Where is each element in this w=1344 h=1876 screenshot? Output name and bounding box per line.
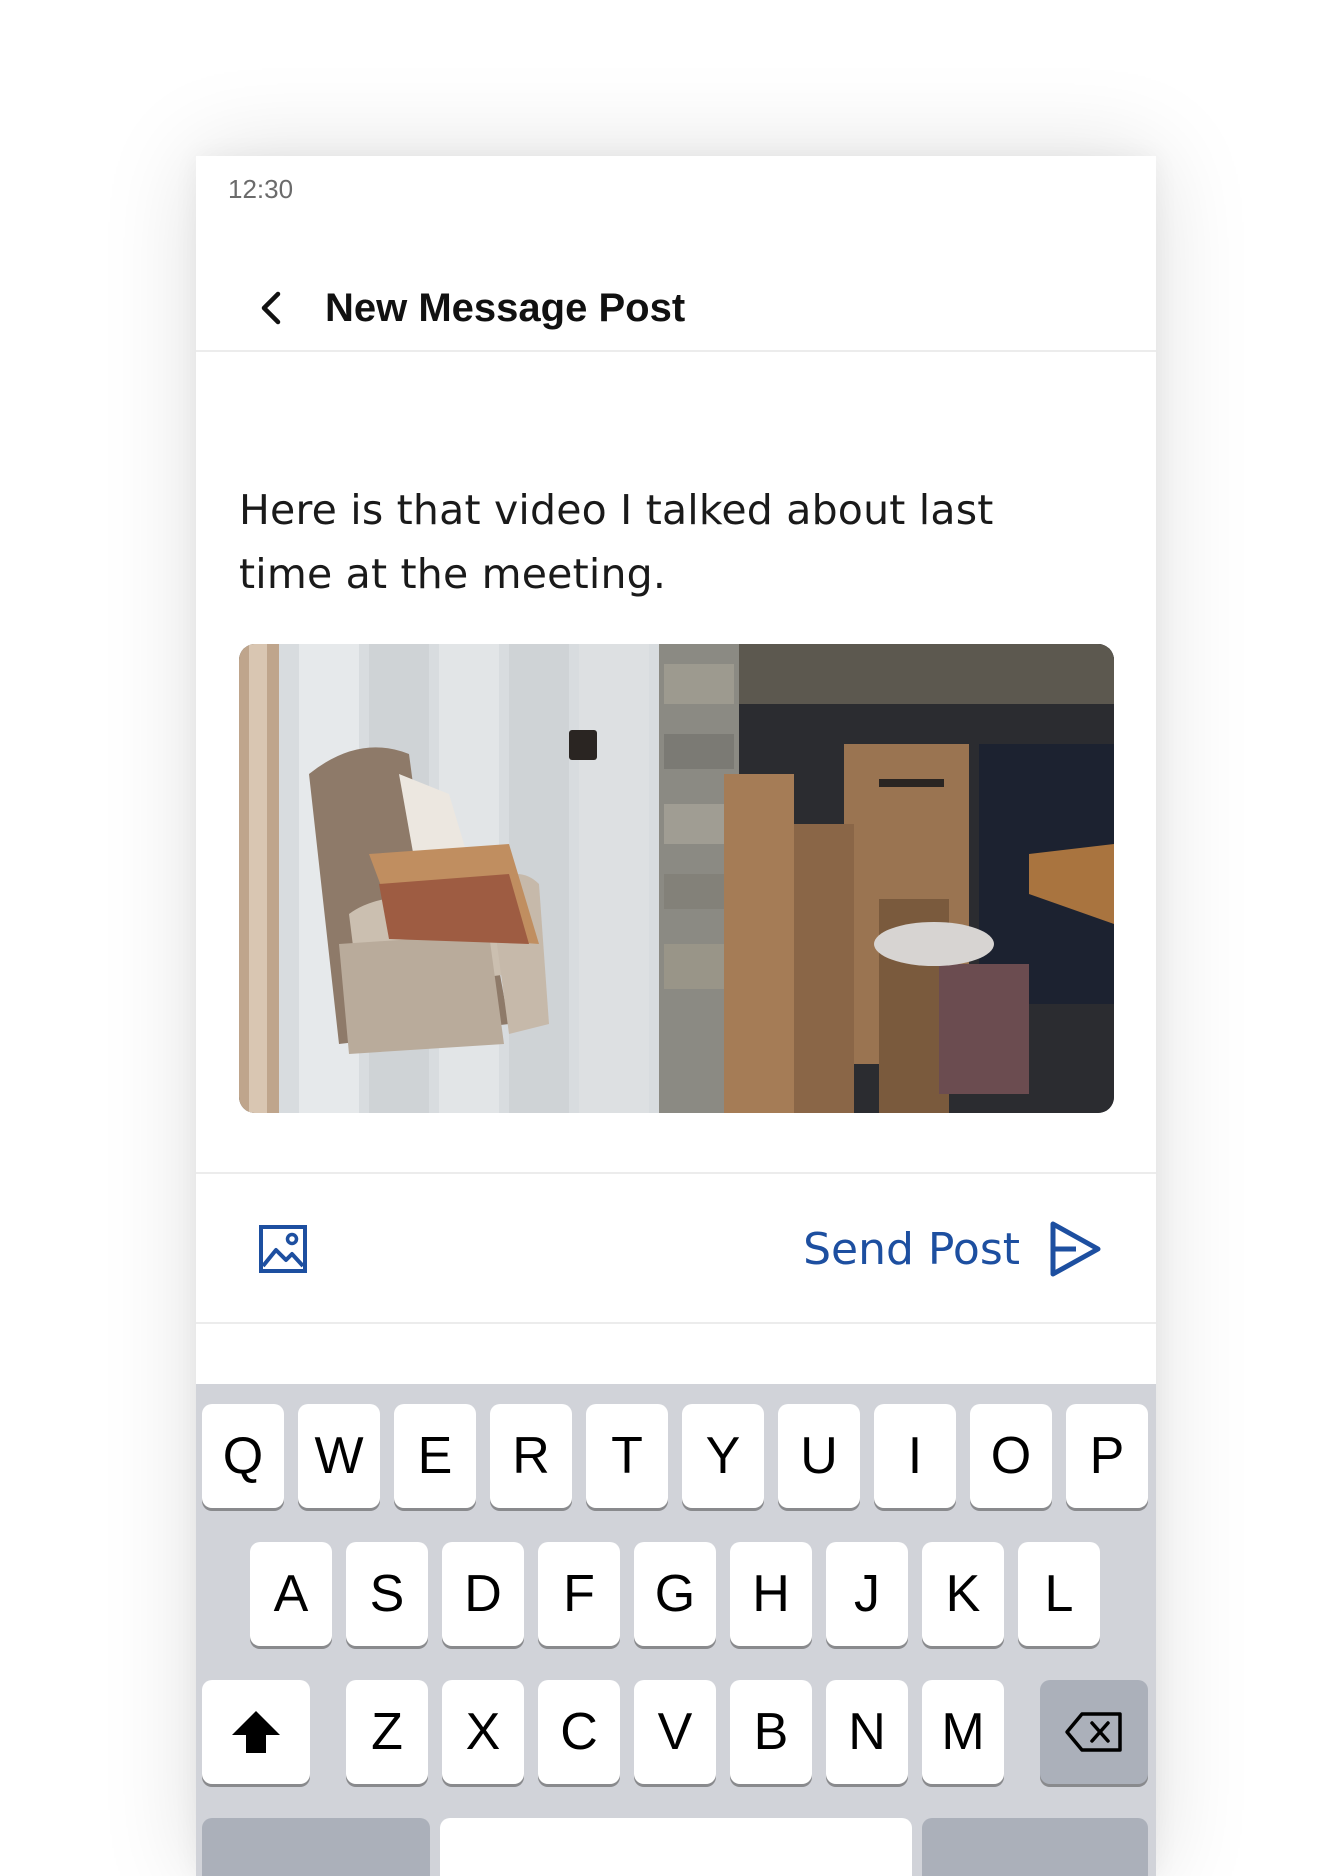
divider (196, 1322, 1156, 1324)
key-t[interactable]: T (586, 1404, 668, 1508)
key-q[interactable]: Q (202, 1404, 284, 1508)
key-v[interactable]: V (634, 1680, 716, 1784)
key-k[interactable]: K (922, 1542, 1004, 1646)
shift-key[interactable] (202, 1680, 310, 1784)
key-s[interactable]: S (346, 1542, 428, 1646)
key-a[interactable]: A (250, 1542, 332, 1646)
key-l[interactable]: L (1018, 1542, 1100, 1646)
key-w[interactable]: W (298, 1404, 380, 1508)
room-photo (239, 644, 1114, 1113)
backspace-key[interactable] (1040, 1680, 1148, 1784)
attached-photo[interactable] (239, 644, 1114, 1113)
key-p[interactable]: P (1066, 1404, 1148, 1508)
key-z[interactable]: Z (346, 1680, 428, 1784)
send-post-button[interactable]: Send Post (803, 1220, 1102, 1278)
send-post-label: Send Post (803, 1223, 1020, 1275)
space-key[interactable] (440, 1818, 912, 1876)
key-j[interactable]: J (826, 1542, 908, 1646)
key-m[interactable]: M (922, 1680, 1004, 1784)
key-f[interactable]: F (538, 1542, 620, 1646)
app-header: New Message Post (196, 264, 1156, 352)
key-i[interactable]: I (874, 1404, 956, 1508)
key-x[interactable]: X (442, 1680, 524, 1784)
page-title: New Message Post (325, 286, 686, 330)
key-u[interactable]: U (778, 1404, 860, 1508)
send-icon (1050, 1221, 1101, 1277)
status-time: 12:30 (228, 174, 294, 204)
chevron-left-icon (261, 291, 281, 325)
key-y[interactable]: Y (682, 1404, 764, 1508)
key-d[interactable]: D (442, 1542, 524, 1646)
numbers-key[interactable] (202, 1818, 430, 1876)
return-key[interactable] (922, 1818, 1148, 1876)
key-g[interactable]: G (634, 1542, 716, 1646)
key-e[interactable]: E (394, 1404, 476, 1508)
key-o[interactable]: O (970, 1404, 1052, 1508)
key-r[interactable]: R (490, 1404, 572, 1508)
key-h[interactable]: H (730, 1542, 812, 1646)
attach-image-button[interactable] (258, 1224, 308, 1274)
shift-icon (232, 1711, 280, 1753)
key-c[interactable]: C (538, 1680, 620, 1784)
divider (196, 1172, 1156, 1174)
image-icon (259, 1225, 307, 1273)
key-b[interactable]: B (730, 1680, 812, 1784)
backspace-icon (1065, 1712, 1122, 1752)
key-n[interactable]: N (826, 1680, 908, 1784)
back-button[interactable] (252, 288, 292, 328)
keyboard: Q W E R T Y U I O P A S D F G H J K L Z … (196, 1384, 1156, 1876)
phone-screen: 12:30 New Message Post Here is that vide… (196, 156, 1156, 1876)
message-body[interactable]: Here is that video I talked about last t… (239, 478, 1059, 606)
